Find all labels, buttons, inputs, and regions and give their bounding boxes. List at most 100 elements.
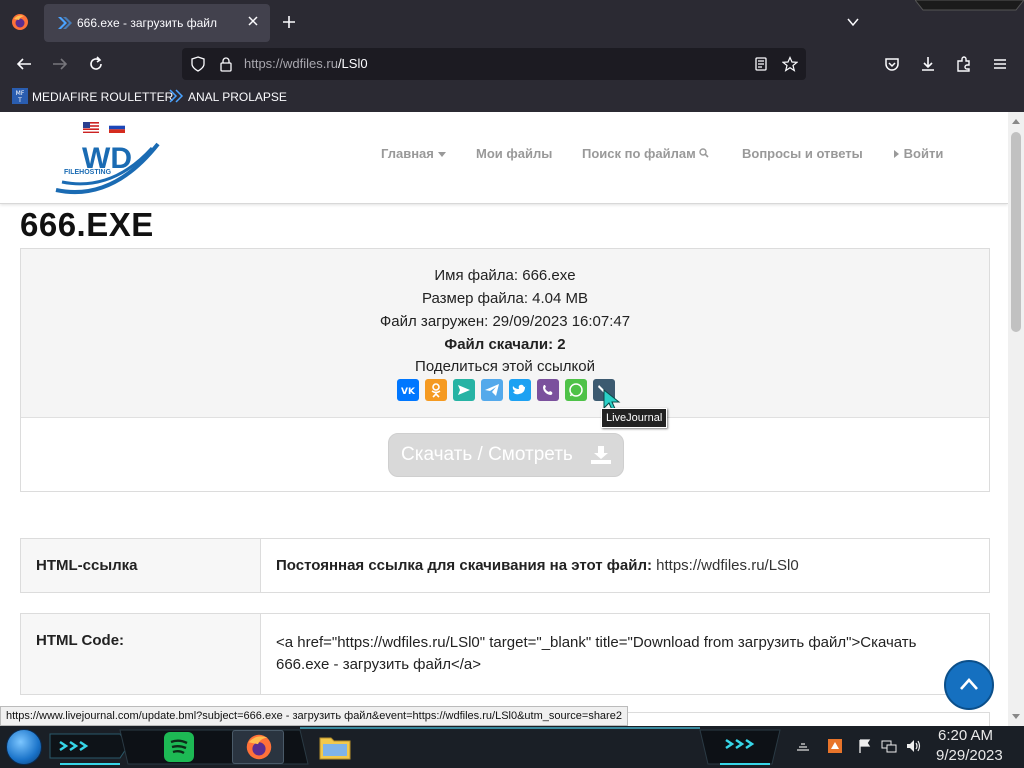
ru-flag-icon[interactable] <box>109 122 125 133</box>
download-icon <box>591 446 611 464</box>
link-status-bar: https://www.livejournal.com/update.bml?s… <box>0 706 628 726</box>
menu-search-label: Поиск по файлам <box>582 146 696 161</box>
row-value: Постоянная ссылка для скачивания на этот… <box>276 557 799 574</box>
svg-text:T: T <box>17 97 22 104</box>
window-frame-decoration <box>915 0 1024 11</box>
site-logo[interactable]: WD FILEHOSTING <box>52 134 164 200</box>
us-flag-icon[interactable] <box>83 122 99 133</box>
search-icon <box>699 148 709 158</box>
page-scrollbar[interactable] <box>1008 112 1024 726</box>
twitter-icon <box>512 384 527 395</box>
share-label: Поделиться этой ссылкой <box>415 358 595 375</box>
tab-bar: 666.exe - загрузить файл <box>0 0 1024 44</box>
start-button[interactable] <box>6 729 42 765</box>
new-tab-icon[interactable] <box>281 14 297 30</box>
share-viber-button[interactable] <box>537 379 559 401</box>
menu-my-files[interactable]: Мои файлы <box>476 146 552 161</box>
hamburger-menu-icon[interactable] <box>991 55 1009 73</box>
taskbar: 6:20 AM 9/29/2023 <box>0 726 1024 768</box>
url-path: /LSl0 <box>337 56 368 71</box>
share-whatsapp-button[interactable] <box>565 379 587 401</box>
extensions-puzzle-icon[interactable] <box>955 55 973 73</box>
download-label: Скачать / Смотреть <box>401 444 573 465</box>
reader-view-icon[interactable] <box>753 56 769 72</box>
show-hidden-icons-icon[interactable] <box>795 738 811 754</box>
menu-faq-label: Вопросы и ответы <box>742 146 863 161</box>
logo-subtext: FILEHOSTING <box>64 169 112 176</box>
file-explorer-icon[interactable] <box>318 730 352 764</box>
scroll-to-top-button[interactable] <box>944 660 994 710</box>
share-messenger-button[interactable] <box>453 379 475 401</box>
html-code-line-2: 666.exe - загрузить файл</a> <box>276 656 482 673</box>
file-name-line: Имя файла: 666.exe <box>434 267 576 284</box>
caret-right-icon <box>894 150 899 158</box>
back-arrow-icon[interactable] <box>15 55 33 73</box>
bookmark-star-icon[interactable] <box>782 56 798 72</box>
logo-graphic: WD FILEHOSTING <box>55 142 160 195</box>
reload-icon[interactable] <box>87 55 105 73</box>
page-viewport: WD FILEHOSTING Главная Мои файлы Поиск п… <box>0 112 1024 726</box>
download-view-button[interactable]: Скачать / Смотреть <box>388 433 624 477</box>
file-size-line: Размер файла: 4.04 MB <box>421 290 589 307</box>
whatsapp-icon <box>569 383 583 397</box>
bookmark-icon <box>169 89 184 103</box>
row-label: HTML-ссылка <box>36 557 138 574</box>
share-odnoklassniki-button[interactable] <box>425 379 447 401</box>
caret-down-icon <box>437 152 446 157</box>
menu-my-files-label: Мои файлы <box>476 146 553 161</box>
menu-home-label: Главная <box>381 146 434 161</box>
scroll-up-arrow-icon[interactable] <box>1012 118 1020 126</box>
clock-date[interactable]: 9/29/2023 <box>936 747 1003 764</box>
permalink-label: Постоянная ссылка для скачивания на этот… <box>276 557 652 574</box>
menu-login-label: Войти <box>903 146 944 161</box>
lock-icon[interactable] <box>218 56 234 72</box>
telegram-icon <box>485 384 499 396</box>
tracking-protection-shield-icon[interactable] <box>190 56 206 72</box>
menu-faq[interactable]: Вопросы и ответы <box>742 146 863 161</box>
chevron-up-icon <box>960 678 978 690</box>
firefox-view-icon[interactable] <box>10 12 30 32</box>
vk-icon: VK <box>401 387 416 397</box>
file-details-panel: Имя файла: 666.exe Размер файла: 4.04 MB… <box>21 249 989 418</box>
clock-time[interactable]: 6:20 AM <box>938 727 993 744</box>
bookmark-mediafire-rouletter[interactable]: MF T MEDIAFIRE ROULETTER <box>12 88 173 104</box>
volume-icon[interactable] <box>905 738 921 754</box>
url-bar[interactable]: https://wdfiles.ru/LSl0 <box>182 48 806 80</box>
network-icon[interactable] <box>881 738 897 754</box>
file-uploaded-line: Файл загружен: 29/09/2023 16:07:47 <box>379 313 631 330</box>
active-tab[interactable]: 666.exe - загрузить файл <box>44 4 270 42</box>
spotify-icon[interactable] <box>162 730 196 764</box>
downloads-icon[interactable] <box>919 55 937 73</box>
menu-search[interactable]: Поиск по файлам <box>582 146 709 161</box>
bookmark-anal-prolapse[interactable]: ANAL PROLAPSE <box>168 89 287 104</box>
tray-app-icon[interactable] <box>827 738 843 754</box>
share-twitter-button[interactable] <box>509 379 531 401</box>
forward-arrow-icon[interactable] <box>51 55 69 73</box>
file-info-box: Имя файла: 666.exe Размер файла: 4.04 MB… <box>20 248 990 492</box>
odnoklassniki-icon <box>431 383 441 398</box>
action-center-flag-icon[interactable] <box>857 738 873 754</box>
html-code-line-1: <a href="https://wdfiles.ru/LSl0" target… <box>276 634 917 651</box>
svg-text:VK: VK <box>401 387 416 397</box>
file-downloads-line: Файл скачали: 2 <box>444 336 566 353</box>
permalink-url[interactable]: https://wdfiles.ru/LSl0 <box>656 557 799 574</box>
chevron-down-icon[interactable] <box>846 15 860 29</box>
pocket-icon[interactable] <box>883 55 901 73</box>
url-text[interactable]: https://wdfiles.ru/LSl0 <box>244 56 368 71</box>
share-vk-button[interactable]: VK <box>397 379 419 401</box>
site-favicon-icon <box>58 17 72 29</box>
scrollbar-thumb[interactable] <box>1011 132 1021 332</box>
menu-login[interactable]: Войти <box>894 146 943 161</box>
firefox-icon <box>246 734 272 760</box>
html-code-value[interactable]: <a href="https://wdfiles.ru/LSl0" target… <box>276 632 917 676</box>
menu-home[interactable]: Главная <box>381 146 446 161</box>
url-host: https://wdfiles.ru <box>244 56 338 71</box>
taskbar-firefox-active[interactable] <box>232 730 284 764</box>
share-telegram-button[interactable] <box>481 379 503 401</box>
close-tab-icon[interactable] <box>246 14 260 28</box>
bookmarks-toolbar: MF T MEDIAFIRE ROULETTER ANAL PROLAPSE <box>0 84 1024 112</box>
scroll-down-arrow-icon[interactable] <box>1012 712 1020 720</box>
navigation-toolbar: https://wdfiles.ru/LSl0 <box>0 44 1024 84</box>
bookmark-label: ANAL PROLAPSE <box>188 90 287 104</box>
tab-title: 666.exe - загрузить файл <box>77 16 217 30</box>
